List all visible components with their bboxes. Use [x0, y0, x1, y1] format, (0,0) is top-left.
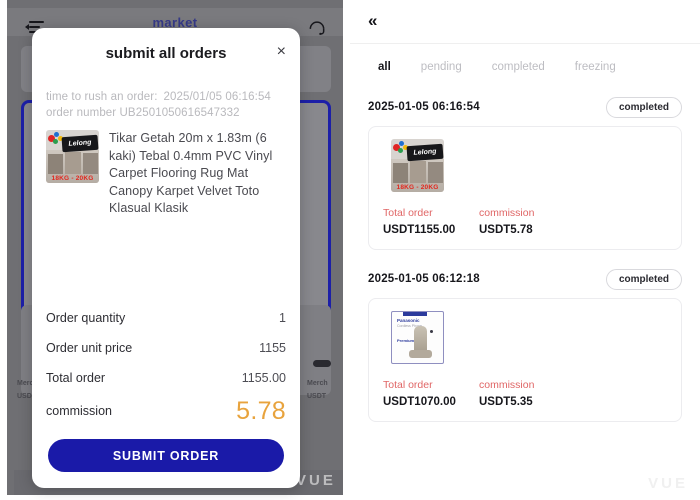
brand-tag-label: Lelong — [68, 139, 92, 148]
watermark-right: VUE — [648, 475, 688, 492]
modal-title: submit all orders — [105, 44, 227, 62]
rush-time-row: time to rush an order: 2025/01/05 06:16:5… — [46, 90, 286, 105]
summary-row-total-order: Total order 1155.00 — [46, 363, 286, 393]
tab-completed[interactable]: completed — [492, 61, 545, 73]
product-thumbnail: Lelong 18KG - 20KG — [46, 130, 99, 183]
orders-header: « — [350, 0, 700, 44]
total-order-value: USDT1155.00 — [383, 224, 456, 236]
total-order-value: USDT1070.00 — [383, 396, 456, 408]
summary-row-quantity: Order quantity 1 — [46, 303, 286, 333]
summary-label: Order quantity — [46, 311, 126, 325]
total-order-label: Total order — [383, 207, 433, 219]
submit-orders-modal: submit all orders × time to rush an orde… — [32, 28, 300, 488]
order-date: 2025-01-05 06:12:18 — [368, 273, 480, 285]
order-date: 2025-01-05 06:16:54 — [368, 101, 480, 113]
order-header: 2025-01-05 06:16:54 completed — [368, 92, 682, 122]
product-row: Lelong 18KG - 20KG Tikar Getah 20m x 1.8… — [46, 130, 286, 218]
status-badge[interactable]: completed — [605, 268, 682, 290]
order-card-values: USDT1070.00 USDT5.35 — [383, 396, 667, 408]
total-order-label: Total order — [383, 379, 433, 391]
commission-label: commission — [479, 379, 535, 391]
tab-freezing[interactable]: freezing — [575, 61, 616, 73]
order-card-labels: Total order commission — [383, 379, 667, 391]
brand-tag-label: Lelong — [413, 148, 437, 157]
order-product-thumbnail: Panasonic Cordless Phone Premium — [391, 311, 444, 364]
order-summary: Order quantity 1 Order unit price 1155 T… — [32, 303, 300, 429]
order-number-label: order number — [46, 107, 117, 119]
order-number-value: UB2501050616547332 — [119, 107, 240, 119]
order-group: 2025-01-05 06:16:54 completed Lelong 18K… — [368, 92, 682, 250]
bg-pill — [313, 360, 331, 367]
tab-all[interactable]: all — [378, 61, 391, 73]
order-number-row: order number UB2501050616547332 — [46, 106, 286, 121]
tab-pending[interactable]: pending — [421, 61, 462, 73]
bg-merchant-label-left: Merc — [17, 380, 34, 387]
product-title: Tikar Getah 20m x 1.83m (6 kaki) Tebal 0… — [109, 131, 273, 215]
order-group: 2025-01-05 06:12:18 completed Panasonic … — [368, 264, 682, 422]
commission-value: 5.78 — [236, 396, 286, 425]
commission-label: commission — [46, 404, 112, 418]
rush-time-label: time to rush an order: — [46, 91, 158, 103]
bg-usdt-label-left: USD — [17, 393, 32, 400]
bg-merchant-label-right: Merch — [307, 380, 328, 387]
modal-body: time to rush an order: 2025/01/05 06:16:5… — [32, 78, 300, 303]
brand-tag: Lelong — [406, 143, 444, 162]
submit-order-button[interactable]: SUBMIT ORDER — [48, 439, 284, 472]
right-orders-screen: « all pending completed freezing 2025-01… — [350, 0, 700, 500]
modal-footer: SUBMIT ORDER — [32, 429, 300, 488]
status-badge[interactable]: completed — [605, 96, 682, 118]
close-icon[interactable]: × — [277, 44, 286, 60]
text-fade-mask — [46, 281, 286, 303]
headset-support-icon[interactable] — [307, 18, 327, 38]
order-card-values: USDT1155.00 USDT5.78 — [383, 224, 667, 236]
summary-value: 1155.00 — [241, 371, 286, 385]
commission-label: commission — [479, 207, 535, 219]
summary-value: 1155 — [259, 341, 286, 355]
orders-list: 2025-01-05 06:16:54 completed Lelong 18K… — [350, 84, 700, 422]
summary-row-unit-price: Order unit price 1155 — [46, 333, 286, 363]
modal-header: submit all orders × — [32, 28, 300, 78]
order-filter-tabs: all pending completed freezing — [350, 50, 700, 84]
watermark-left: VUE — [296, 472, 336, 489]
weight-label: 18KG - 20KG — [51, 175, 94, 182]
order-product-thumbnail: Lelong 18KG - 20KG — [391, 139, 444, 192]
weight-label: 18KG - 20KG — [396, 184, 439, 191]
rush-time-value: 2025/01/05 06:16:54 — [163, 91, 271, 103]
bg-usdt-label-right: USDT — [307, 393, 327, 400]
order-card[interactable]: Lelong 18KG - 20KG Total order commissio… — [368, 126, 682, 250]
commission-value: USDT5.78 — [479, 224, 533, 236]
summary-value: 1 — [279, 311, 286, 325]
app-root: Merc USD Merch USDT market submit all or… — [0, 0, 700, 500]
order-card[interactable]: Panasonic Cordless Phone Premium Total o… — [368, 298, 682, 422]
brand-tag: Lelong — [61, 134, 99, 153]
order-header: 2025-01-05 06:12:18 completed — [368, 264, 682, 294]
commission-value: USDT5.35 — [479, 396, 533, 408]
double-chevron-left-icon[interactable]: « — [368, 12, 377, 29]
left-phone-screen: Merc USD Merch USDT market submit all or… — [0, 0, 350, 500]
order-card-labels: Total order commission — [383, 207, 667, 219]
summary-row-commission: commission 5.78 — [46, 393, 286, 429]
summary-label: Total order — [46, 371, 106, 385]
summary-label: Order unit price — [46, 341, 133, 355]
